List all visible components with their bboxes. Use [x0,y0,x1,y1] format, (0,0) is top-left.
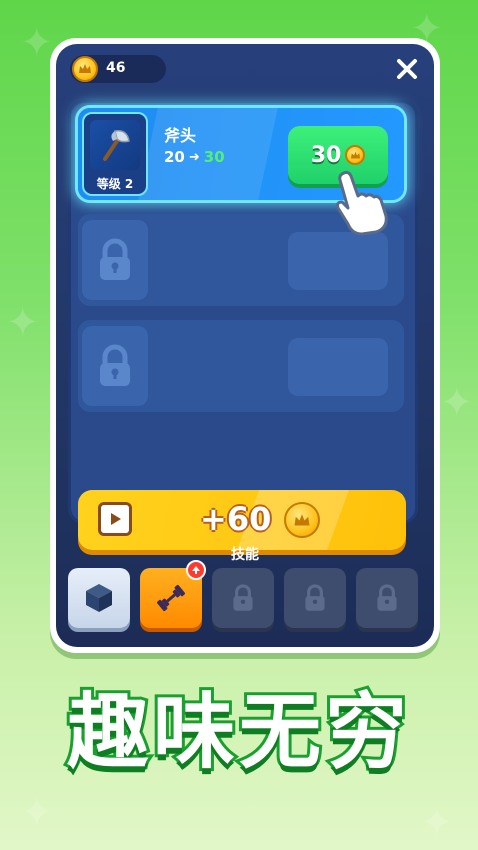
item-stat: 20 ➜ 30 [164,148,225,166]
background-star-icon: ✦ [440,380,474,426]
coin-icon [345,145,366,165]
axe-icon [90,120,140,170]
video-icon [98,502,132,536]
background-star-icon: ✦ [20,20,54,66]
lock-icon [82,220,148,300]
arrow-right-icon: ➜ [188,149,200,165]
skill-tabs [68,560,418,632]
skill-tab-locked[interactable] [356,568,418,628]
upgrade-row-locked [78,320,404,412]
skill-tab-cube[interactable] [68,568,130,628]
locked-buy-slot [288,232,388,290]
upgrade-list: 等级 2 斧头 20 ➜ 30 30 +60 [68,100,418,550]
coin-count: 46 [106,60,126,76]
coin-icon [284,502,320,538]
stat-current: 20 [164,148,185,166]
item-name: 斧头 [164,126,197,145]
skills-label: 技能 [231,547,259,563]
dumbbell-icon [157,585,185,611]
tutorial-hand-pointer-icon [328,168,392,238]
upgrade-arrow-icon [186,560,206,580]
watch-ad-reward-button[interactable]: +60 [78,490,406,550]
lock-icon [82,326,148,406]
skill-tab-locked[interactable] [284,568,346,628]
lock-icon [305,584,325,611]
cube-icon [86,584,112,612]
coin-counter: 46 [70,55,166,83]
lock-icon [377,584,397,611]
coin-icon [72,56,98,82]
background-star-icon: ✦ [20,790,54,836]
upgrade-panel-body: 46 等级 2 斧头 20 ➜ 30 30 +60 技能 [56,44,434,647]
upgrade-panel: 46 等级 2 斧头 20 ➜ 30 30 +60 技能 [50,38,440,653]
slogan-title: 趣味无穷 [64,682,411,783]
background-star-icon: ✦ [6,300,40,346]
skill-tab-strength[interactable] [140,560,206,628]
close-button[interactable] [390,52,424,86]
background-star-icon: ✦ [420,800,454,846]
skill-tab-locked[interactable] [212,568,274,628]
ad-reward-amount: +60 [200,500,272,538]
close-icon [397,59,417,79]
lock-icon [233,584,253,611]
upgrade-price: 30 [310,142,342,168]
stat-next: 30 [203,148,225,166]
item-icon-frame: 等级 2 [82,112,148,196]
locked-buy-slot [288,338,388,396]
item-level: 等级 2 [96,177,134,191]
